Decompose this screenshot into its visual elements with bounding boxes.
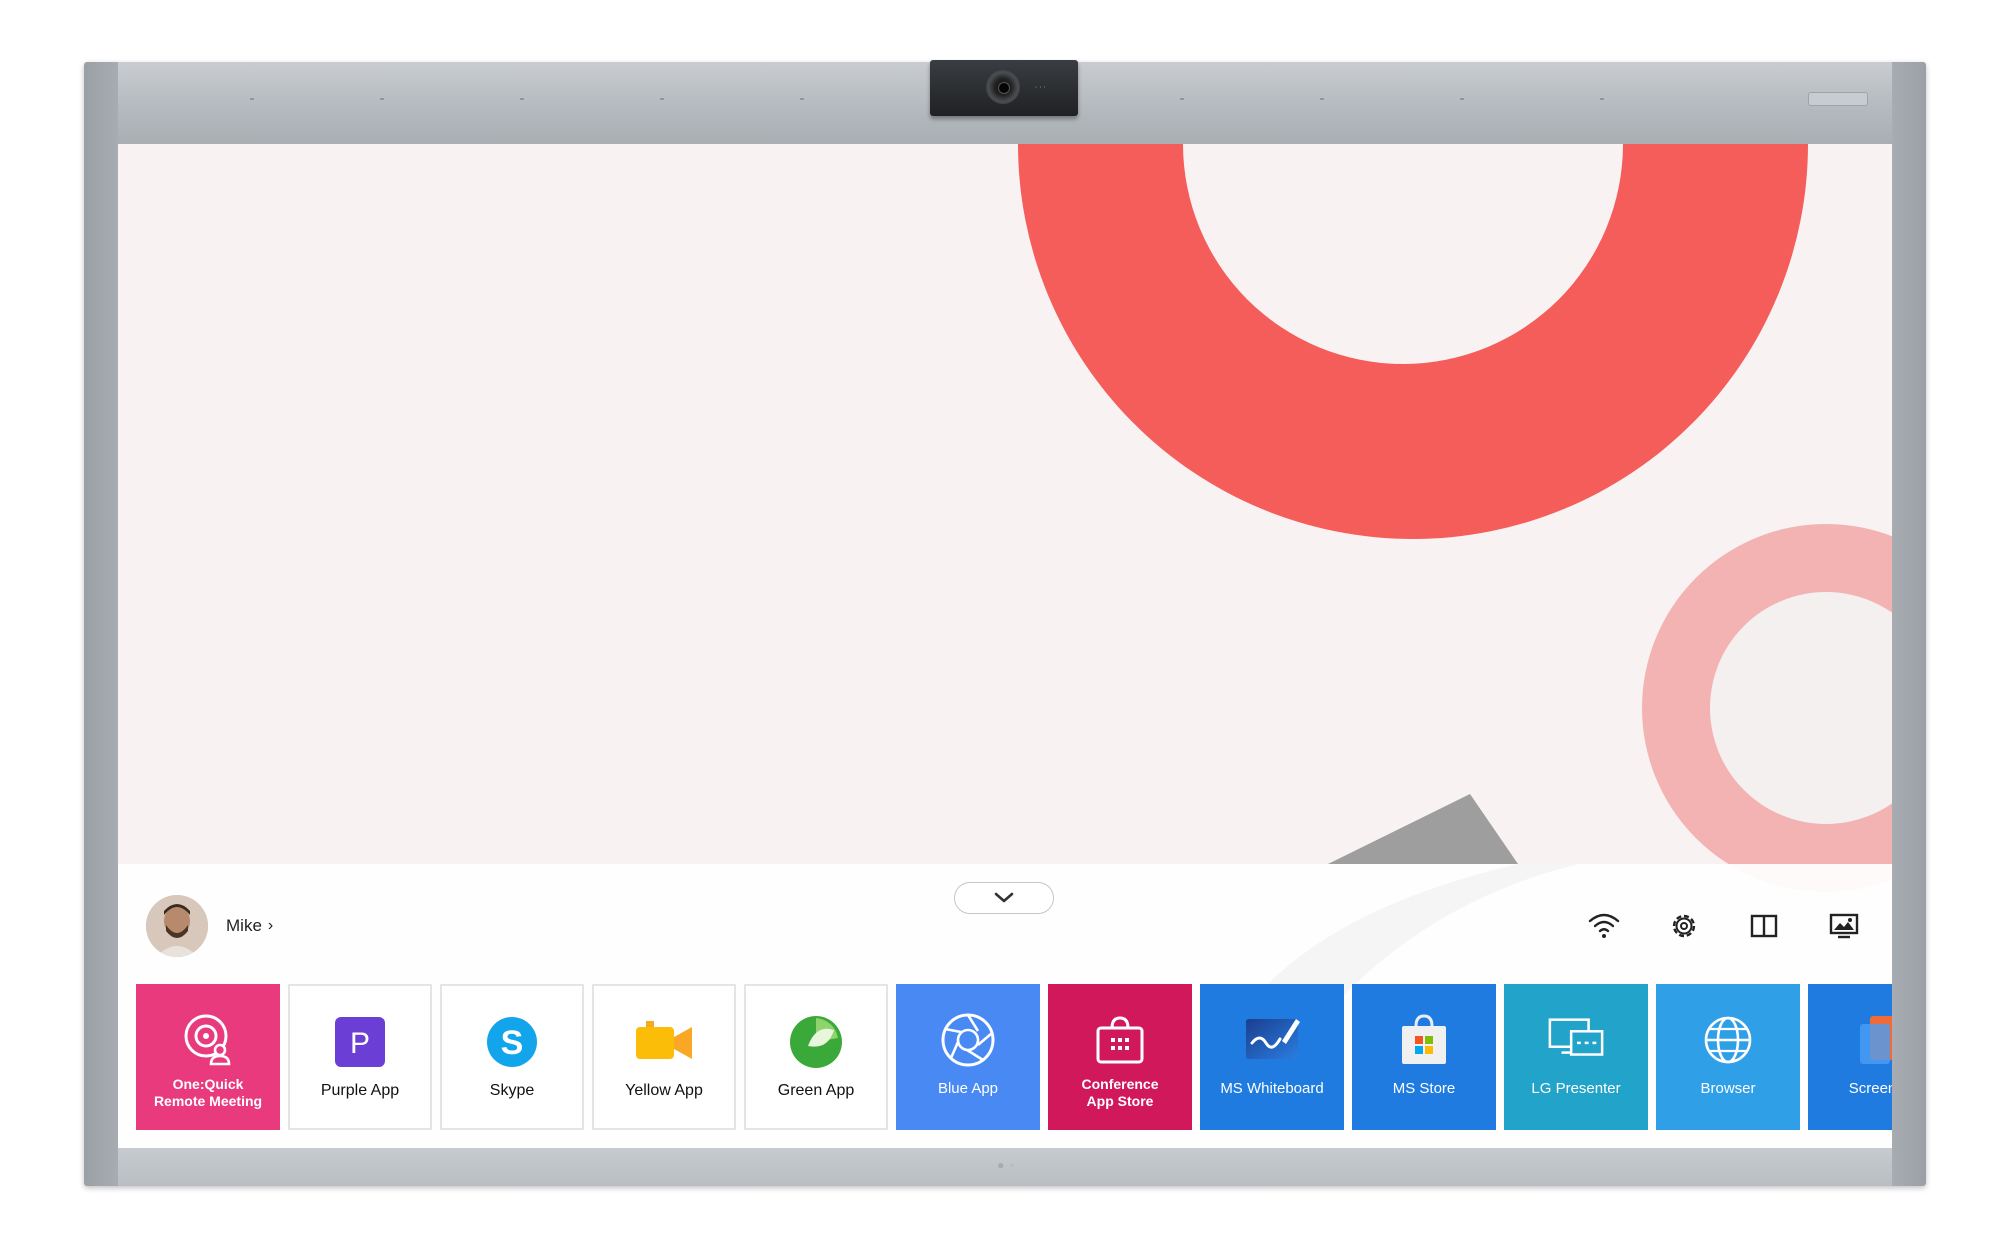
- purple-app-icon: P: [330, 1012, 390, 1072]
- collapse-launcher-button[interactable]: [954, 882, 1054, 914]
- webcam-lens-icon: [986, 70, 1020, 104]
- user-avatar-photo: [146, 895, 208, 957]
- app-tile-label: LG Presenter: [1531, 1080, 1621, 1097]
- avatar[interactable]: [146, 895, 208, 957]
- app-tile-label: Purple App: [320, 1082, 400, 1099]
- globe-icon: [1698, 1010, 1758, 1070]
- app-label-line-1: Conference: [1081, 1076, 1159, 1092]
- launcher-panel: Mike › One:Quick Remote Meeting P Purple…: [118, 864, 1892, 1148]
- system-tray: [1586, 908, 1862, 944]
- user-name[interactable]: Mike: [226, 916, 262, 936]
- screen: Mike › One:Quick Remote Meeting P Purple…: [118, 144, 1892, 1148]
- app-tile-lg-presenter[interactable]: LG Presenter: [1504, 984, 1648, 1130]
- bezel-dot: [250, 98, 254, 100]
- svg-text:S: S: [501, 1024, 524, 1062]
- app-tile-ms-whiteboard[interactable]: MS Whiteboard: [1200, 984, 1344, 1130]
- app-tile-conference-app-store[interactable]: Conference App Store: [1048, 984, 1192, 1130]
- app-label-line-2: Remote Meeting: [153, 1093, 263, 1109]
- green-app-icon: [786, 1012, 846, 1072]
- webcam: ···: [930, 60, 1078, 116]
- settings-gear-icon[interactable]: [1666, 908, 1702, 944]
- bezel-sensor: [1808, 92, 1868, 106]
- app-tiles-row: One:Quick Remote Meeting P Purple App S …: [136, 984, 1892, 1130]
- whiteboard-icon: [1242, 1010, 1302, 1070]
- app-label-line-2: App Store: [1086, 1093, 1154, 1109]
- app-tile-green-app[interactable]: Green App: [744, 984, 888, 1130]
- remote-meeting-icon: [178, 1010, 238, 1070]
- video-camera-icon: [634, 1012, 694, 1072]
- bezel-dot: [1460, 98, 1464, 100]
- webcam-brand-mark: ···: [1034, 84, 1047, 92]
- app-tile-browser[interactable]: Browser: [1656, 984, 1800, 1130]
- app-tile-purple-app[interactable]: P Purple App: [288, 984, 432, 1130]
- svg-text:P: P: [350, 1027, 370, 1060]
- app-tile-blue-app[interactable]: Blue App: [896, 984, 1040, 1130]
- aperture-icon: [938, 1010, 998, 1070]
- bezel-dot: [1180, 98, 1184, 100]
- app-tile-yellow-app[interactable]: Yellow App: [592, 984, 736, 1130]
- app-tile-label: Screen C: [1848, 1080, 1892, 1097]
- ms-store-icon: [1394, 1010, 1454, 1070]
- presenter-icon: [1546, 1010, 1606, 1070]
- bezel-dot: [1320, 98, 1324, 100]
- app-tile-label: Green App: [777, 1082, 855, 1099]
- bezel-dot: [800, 98, 804, 100]
- app-tile-screen-share[interactable]: Screen C: [1808, 984, 1892, 1130]
- app-tile-label: Browser: [1700, 1080, 1756, 1097]
- wifi-icon[interactable]: [1586, 908, 1622, 944]
- user-chevron-right-icon[interactable]: ›: [268, 917, 273, 935]
- skype-icon: S: [482, 1012, 542, 1072]
- user-profile[interactable]: Mike ›: [146, 894, 273, 958]
- app-tile-label: One:Quick Remote Meeting: [150, 1076, 266, 1110]
- app-label-line-1: One:Quick: [172, 1076, 244, 1092]
- bezel-dot: [660, 98, 664, 100]
- bezel-dot: [1600, 98, 1604, 100]
- app-tile-label: Yellow App: [625, 1082, 703, 1099]
- app-tile-one-quick[interactable]: One:Quick Remote Meeting: [136, 984, 280, 1130]
- app-tile-skype[interactable]: S Skype: [440, 984, 584, 1130]
- screen-image-icon[interactable]: [1826, 908, 1862, 944]
- lg-logo-icon: ● ◦: [997, 1158, 1015, 1172]
- bezel-dot: [380, 98, 384, 100]
- screen-share-icon: [1850, 1010, 1892, 1070]
- app-tile-ms-store[interactable]: MS Store: [1352, 984, 1496, 1130]
- app-tile-label: Skype: [489, 1082, 535, 1099]
- app-store-bag-icon: [1090, 1010, 1150, 1070]
- app-tile-label: MS Whiteboard: [1220, 1080, 1324, 1097]
- app-tile-label: MS Store: [1392, 1080, 1456, 1097]
- app-tile-label: Blue App: [937, 1080, 999, 1097]
- chevron-down-icon: [994, 892, 1014, 903]
- bezel-dot: [520, 98, 524, 100]
- split-screen-icon[interactable]: [1746, 908, 1782, 944]
- app-tile-label: Conference App Store: [1077, 1076, 1162, 1110]
